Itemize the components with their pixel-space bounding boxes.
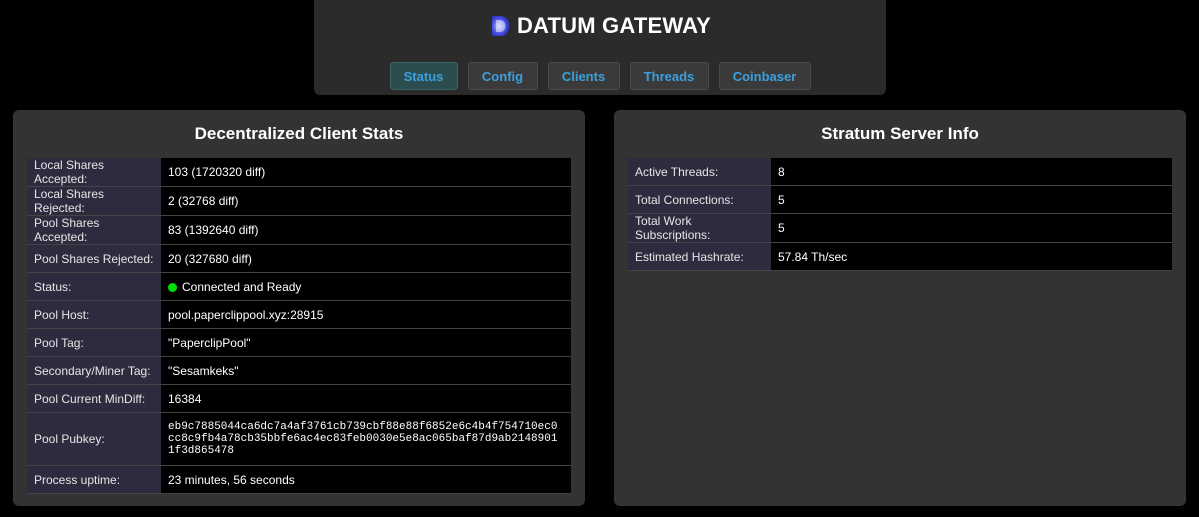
row-label: Total Connections: xyxy=(628,185,771,214)
row-value: 5 xyxy=(771,185,1172,214)
table-row: Process uptime: 23 minutes, 56 seconds xyxy=(27,465,571,494)
row-value: "Sesamkeks" xyxy=(161,356,571,385)
row-label: Pool Current MinDiff: xyxy=(27,384,161,413)
client-stats-panel: Decentralized Client Stats Local Shares … xyxy=(13,110,585,506)
stratum-info-title: Stratum Server Info xyxy=(821,124,979,143)
table-row: Pool Shares Rejected: 20 (327680 diff) xyxy=(27,244,571,273)
row-value: 83 (1392640 diff) xyxy=(161,215,571,245)
row-label: Estimated Hashrate: xyxy=(628,242,771,271)
table-row: Pool Tag: "PaperclipPool" xyxy=(27,328,571,357)
row-label: Process uptime: xyxy=(27,465,161,494)
status-value: Connected and Ready xyxy=(161,272,571,301)
row-label: Secondary/Miner Tag: xyxy=(27,356,161,385)
pool-pubkey-value: eb9c7885044ca6dc7a4af3761cb739cbf88e88f6… xyxy=(161,412,571,466)
row-value: 23 minutes, 56 seconds xyxy=(161,465,571,494)
row-value: 5 xyxy=(771,213,1172,243)
nav-coinbaser-button[interactable]: Coinbaser xyxy=(718,62,811,90)
nav-clients-button[interactable]: Clients xyxy=(547,62,620,90)
row-label: Pool Tag: xyxy=(27,328,161,357)
client-stats-table: Local Shares Accepted: 103 (1720320 diff… xyxy=(27,158,571,494)
datum-logo-icon xyxy=(491,16,510,36)
nav-config-button[interactable]: Config xyxy=(467,62,538,90)
table-row: Pool Pubkey: eb9c7885044ca6dc7a4af3761cb… xyxy=(27,412,571,466)
row-label: Local Shares Rejected: xyxy=(27,186,161,216)
row-value: pool.paperclippool.xyz:28915 xyxy=(161,300,571,329)
table-row: Estimated Hashrate: 57.84 Th/sec xyxy=(628,242,1172,271)
row-label: Pool Host: xyxy=(27,300,161,329)
row-label: Pool Shares Rejected: xyxy=(27,244,161,273)
table-row: Status: Connected and Ready xyxy=(27,272,571,301)
main-nav: Status Config Clients Threads Coinbaser xyxy=(314,62,886,90)
row-label: Active Threads: xyxy=(628,158,771,186)
status-text: Connected and Ready xyxy=(182,279,302,294)
table-row: Secondary/Miner Tag: "Sesamkeks" xyxy=(27,356,571,385)
row-value: 8 xyxy=(771,158,1172,186)
row-label: Pool Pubkey: xyxy=(27,412,161,466)
row-label: Status: xyxy=(27,272,161,301)
table-row: Total Work Subscriptions: 5 xyxy=(628,213,1172,243)
header: DATUM GATEWAY Status Config Clients Thre… xyxy=(314,0,886,95)
row-value: 2 (32768 diff) xyxy=(161,186,571,216)
stratum-info-table: Active Threads: 8 Total Connections: 5 T… xyxy=(628,158,1172,271)
row-value: 57.84 Th/sec xyxy=(771,242,1172,271)
row-value: "PaperclipPool" xyxy=(161,328,571,357)
row-label: Local Shares Accepted: xyxy=(27,158,161,187)
table-row: Pool Host: pool.paperclippool.xyz:28915 xyxy=(27,300,571,329)
nav-threads-button[interactable]: Threads xyxy=(629,62,709,90)
row-value: 103 (1720320 diff) xyxy=(161,158,571,187)
app-title: DATUM GATEWAY xyxy=(516,13,712,38)
status-indicator-icon xyxy=(168,282,177,292)
table-row: Local Shares Rejected: 2 (32768 diff) xyxy=(27,186,571,216)
brand: DATUM GATEWAY xyxy=(314,13,886,39)
row-value: 20 (327680 diff) xyxy=(161,244,571,273)
table-row: Pool Shares Accepted: 83 (1392640 diff) xyxy=(27,215,571,245)
row-label: Total Work Subscriptions: xyxy=(628,213,771,243)
nav-status-button[interactable]: Status xyxy=(389,62,458,90)
table-row: Pool Current MinDiff: 16384 xyxy=(27,384,571,413)
stratum-info-panel: Stratum Server Info Active Threads: 8 To… xyxy=(614,110,1186,506)
row-label: Pool Shares Accepted: xyxy=(27,215,161,245)
table-row: Local Shares Accepted: 103 (1720320 diff… xyxy=(27,158,571,187)
table-row: Active Threads: 8 xyxy=(628,158,1172,186)
client-stats-title: Decentralized Client Stats xyxy=(194,124,404,143)
table-row: Total Connections: 5 xyxy=(628,185,1172,214)
row-value: 16384 xyxy=(161,384,571,413)
